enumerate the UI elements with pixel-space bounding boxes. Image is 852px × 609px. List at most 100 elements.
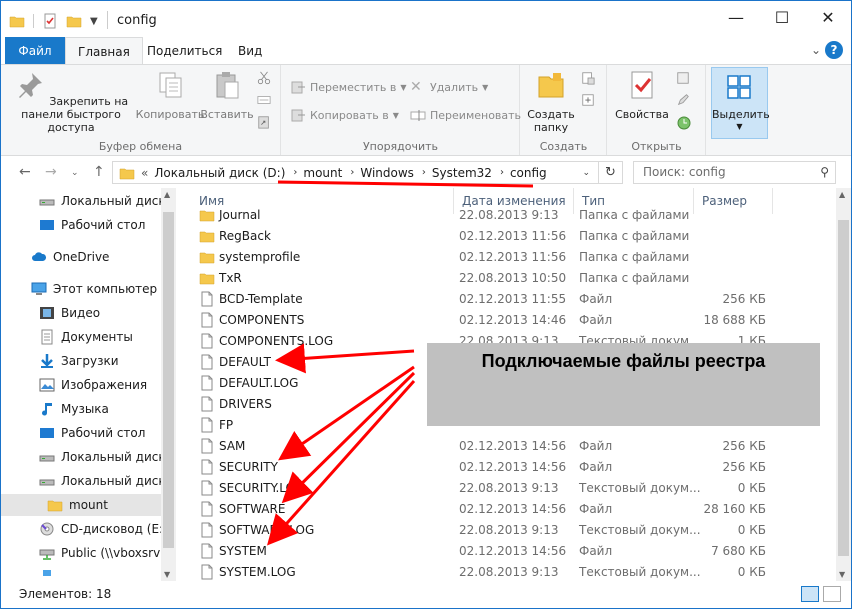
select-button[interactable]: Выделить ▼ (711, 67, 770, 139)
edit-icon[interactable] (676, 93, 690, 107)
history-icon[interactable] (676, 115, 692, 131)
file-row[interactable]: COMPONENTS 02.12.2013 14:46 Файл 18 688 КБ (191, 309, 836, 330)
details-view-button[interactable] (801, 586, 819, 602)
copy-button[interactable]: Копировать (133, 69, 207, 121)
large-icons-view-button[interactable] (823, 586, 841, 602)
file-name: SECURITY (219, 459, 278, 474)
refresh-icon[interactable]: ↻ (599, 161, 623, 184)
maximize-button[interactable]: ☐ (759, 1, 805, 33)
quick-access-toolbar: ▼ (9, 11, 98, 31)
new-folder-button[interactable]: Создать папку (525, 69, 577, 134)
minimize-button[interactable]: — (713, 1, 759, 33)
properties-icon[interactable] (42, 13, 58, 29)
scroll-up-icon[interactable]: ▲ (164, 190, 170, 199)
delete-button[interactable]: ✕ Удалить ▼ (410, 77, 488, 97)
file-name: COMPONENTS (219, 312, 305, 327)
paste-button[interactable]: Вставить (199, 69, 255, 121)
new-folder-icon[interactable] (66, 13, 82, 29)
move-to-button[interactable]: Переместить в ▼ (290, 77, 407, 97)
file-size: 0 КБ (737, 564, 766, 579)
file-row[interactable]: SOFTWARE 02.12.2013 14:56 Файл 28 160 КБ (191, 498, 836, 519)
file-type: Текстовый докум... (579, 480, 701, 495)
file-row[interactable]: SECURITY.LOG 22.08.2013 9:13 Текстовый док… (191, 477, 836, 498)
breadcrumb-item[interactable]: System32 (432, 166, 492, 180)
copy-path-icon[interactable] (257, 93, 271, 107)
breadcrumb-separator-icon[interactable]: › (500, 167, 504, 178)
desktop-icon (40, 428, 54, 438)
nav-item-partial[interactable] (1, 566, 161, 581)
tab-home[interactable]: Главная (65, 37, 143, 65)
nav-item-downloads[interactable]: Загрузки (1, 350, 161, 372)
nav-item-desktop[interactable]: Рабочий стол (1, 214, 161, 236)
breadcrumb-item[interactable]: config (510, 166, 547, 180)
nav-item-pictures[interactable]: Изображения (1, 374, 161, 396)
tab-file[interactable]: Файл (5, 37, 65, 65)
scrollbar-thumb[interactable] (838, 220, 849, 556)
breadcrumb-separator-icon[interactable]: › (422, 167, 426, 178)
breadcrumb-item[interactable]: Локальный диск (D:) (154, 166, 285, 180)
breadcrumb-separator-icon[interactable]: › (350, 167, 354, 178)
file-row[interactable]: RegBack 02.12.2013 11:56 Папка с файлами (191, 225, 836, 246)
help-button[interactable]: ? (825, 41, 843, 59)
nav-item-drive[interactable]: Локальный диск ( (1, 470, 161, 492)
file-row[interactable]: Journal 22.08.2013 9:13 Папка с файлами (191, 204, 836, 225)
forward-arrow-icon[interactable]: → (45, 164, 57, 180)
nav-item-onedrive[interactable]: OneDrive (1, 246, 161, 268)
up-arrow-icon[interactable]: ↑ (93, 164, 105, 180)
nav-item-this-pc[interactable]: Этот компьютер (1, 278, 161, 300)
scroll-down-icon[interactable]: ▼ (839, 570, 845, 579)
file-row[interactable]: SOFTWARE.LOG 22.08.2013 9:13 Текстовый док… (191, 519, 836, 540)
breadcrumb-overflow[interactable]: « (141, 166, 148, 180)
nav-item-documents[interactable]: Документы (1, 326, 161, 348)
breadcrumb-item[interactable]: mount (303, 166, 342, 180)
breadcrumb-separator-icon[interactable]: › (293, 167, 297, 178)
recent-locations-icon[interactable]: ⌄ (71, 168, 79, 178)
file-name: systemprofile (219, 249, 301, 264)
nav-pane-scrollbar[interactable]: ▲ ▼ (161, 188, 176, 581)
pin-quick-access-button[interactable]: Закрепить на панели быстрого доступа (7, 69, 135, 134)
folder-icon (199, 231, 215, 242)
scroll-up-icon[interactable]: ▲ (839, 190, 845, 199)
file-row[interactable]: systemprofile 02.12.2013 11:56 Папка с фай… (191, 246, 836, 267)
file-row[interactable]: TxR 22.08.2013 10:50 Папка с файлами (191, 267, 836, 288)
nav-item-music[interactable]: Музыка (1, 398, 161, 420)
file-list-scrollbar[interactable]: ▲ ▼ (836, 188, 851, 581)
close-button[interactable]: ✕ (805, 1, 851, 33)
nav-item-drive[interactable]: Локальный диск ( (1, 446, 161, 468)
easy-access-icon[interactable] (581, 93, 595, 107)
back-arrow-icon[interactable]: ← (19, 164, 31, 180)
open-group: Свойства Открыть (608, 65, 706, 155)
collapse-ribbon-icon[interactable]: ⌄ (811, 43, 821, 57)
customize-quick-access-icon[interactable]: ▼ (90, 16, 98, 27)
paste-shortcut-icon[interactable] (257, 115, 271, 129)
nav-item-desktop[interactable]: Рабочий стол (1, 422, 161, 444)
nav-item-network-drive[interactable]: Public (\\vboxsrv) ( (1, 542, 161, 564)
breadcrumb-item[interactable]: Windows (360, 166, 414, 180)
open-icon[interactable] (676, 71, 690, 85)
properties-button[interactable]: Свойства (614, 69, 670, 121)
cut-icon[interactable] (257, 71, 271, 85)
copy-to-button[interactable]: Копировать в ▼ (290, 105, 399, 125)
file-icon (201, 354, 213, 369)
nav-item-videos[interactable]: Видео (1, 302, 161, 324)
tab-view[interactable]: Вид (226, 37, 274, 65)
file-row[interactable]: SYSTEM.LOG 22.08.2013 9:13 Текстовый докум… (191, 561, 836, 581)
nav-item-drive[interactable]: Локальный диск (E (1, 190, 161, 212)
new-group: Создать папку Создать (521, 65, 607, 155)
file-row[interactable]: BCD-Template 02.12.2013 11:55 Файл 256 КБ (191, 288, 836, 309)
file-row[interactable]: SAM 02.12.2013 14:56 Файл 256 КБ (191, 435, 836, 456)
search-input[interactable]: Поиск: config ⚲ (633, 161, 836, 184)
folder-icon (47, 500, 63, 512)
rename-button[interactable]: Переименовать (410, 105, 521, 125)
scrollbar-thumb[interactable] (163, 212, 174, 548)
tab-share[interactable]: Поделиться (135, 37, 234, 65)
nav-item-label: Локальный диск (E (61, 194, 161, 208)
scroll-down-icon[interactable]: ▼ (164, 570, 170, 579)
nav-item-mount[interactable]: mount (1, 494, 161, 516)
new-item-icon[interactable] (581, 71, 595, 85)
file-row[interactable]: SECURITY 02.12.2013 14:56 Файл 256 КБ (191, 456, 836, 477)
address-bar[interactable]: « Локальный диск (D:) › mount › Windows … (112, 161, 599, 184)
file-row[interactable]: SYSTEM 02.12.2013 14:56 Файл 7 680 КБ (191, 540, 836, 561)
address-dropdown-icon[interactable]: ⌄ (582, 168, 590, 178)
nav-item-cd-drive[interactable]: CD-дисковод (E:) Vi (1, 518, 161, 540)
